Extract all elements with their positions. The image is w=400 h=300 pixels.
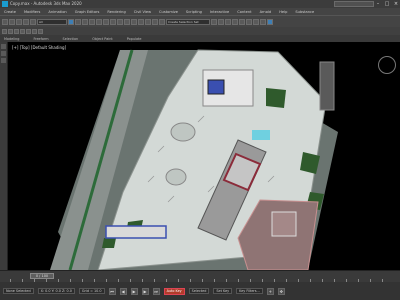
title-bar: Copy.max - Autodesk 3ds Max 2020 – □ ×	[0, 0, 400, 8]
menu-interactive[interactable]: Interactive	[206, 10, 233, 14]
lawn-1	[266, 88, 286, 108]
select-object-icon[interactable]	[68, 18, 74, 25]
east-block	[319, 61, 335, 111]
window-crossing-icon[interactable]	[89, 18, 95, 25]
menu-arnold[interactable]: Arnold	[256, 10, 276, 14]
set-key-button[interactable]: Set Key	[213, 288, 233, 294]
goto-start-icon[interactable]: ⏮	[108, 287, 116, 295]
percent-snap-icon[interactable]	[152, 18, 158, 25]
selection-filter-dropdown[interactable]: All	[37, 18, 67, 25]
menu-create[interactable]: Create	[0, 10, 20, 14]
menu-content[interactable]: Content	[233, 10, 255, 14]
play-icon[interactable]: ▶	[130, 287, 138, 295]
menu-modifiers[interactable]: Modifiers	[20, 10, 44, 14]
menu-animation[interactable]: Animation	[44, 10, 70, 14]
key-filters-button[interactable]: Key Filters...	[236, 288, 263, 294]
rendered-frame-window-icon[interactable]	[260, 18, 266, 25]
auto-key-button[interactable]: Auto Key	[163, 287, 185, 295]
close-icon[interactable]: ×	[392, 0, 400, 8]
containers-icon[interactable]	[20, 28, 25, 34]
menu-rendering[interactable]: Rendering	[103, 10, 129, 14]
grid-display: Grid = 10.0	[78, 288, 105, 294]
curve-editor-icon[interactable]	[232, 18, 238, 25]
secondary-toolbar	[0, 27, 400, 35]
projects-icon[interactable]	[38, 28, 43, 34]
isolate-icon[interactable]	[32, 28, 37, 34]
xref-icon[interactable]	[26, 28, 31, 34]
menu-bar: Create Modifiers Animation Graph Editors…	[0, 8, 400, 15]
site-plan-model	[50, 49, 338, 270]
spinner-snap-icon[interactable]	[159, 18, 165, 25]
pan-icon[interactable]: ✥	[277, 287, 285, 295]
pool	[252, 130, 270, 140]
viewcube-icon[interactable]	[378, 56, 396, 74]
left-command-strip	[0, 42, 8, 270]
maximize-icon[interactable]: □	[383, 0, 391, 8]
round-plaza-1	[170, 122, 196, 142]
menu-customize[interactable]: Customize	[155, 10, 182, 14]
tab-freeform[interactable]: Freeform	[33, 37, 48, 41]
window-title: Copy.max - Autodesk 3ds Max 2020	[10, 1, 82, 6]
minimize-icon[interactable]: –	[374, 0, 382, 8]
pivot-icon[interactable]	[131, 18, 137, 25]
prev-frame-icon[interactable]: ◀	[119, 287, 127, 295]
coordinate-display[interactable]: X: 0.0 Y: 0.0 Z: 0.0	[37, 288, 75, 294]
placement-icon[interactable]	[117, 18, 123, 25]
hierarchy-tool-icon[interactable]	[1, 58, 6, 63]
render-setup-icon[interactable]	[253, 18, 259, 25]
ribbon-tabs: Modeling Freeform Selection Object Paint…	[0, 35, 400, 42]
tab-populate[interactable]: Populate	[127, 37, 142, 41]
tab-object-paint[interactable]: Object Paint	[92, 37, 113, 41]
app-logo-icon	[2, 1, 8, 7]
next-frame-icon[interactable]: ▶	[141, 287, 149, 295]
zoom-icon[interactable]: +	[266, 287, 274, 295]
blue-feature	[207, 79, 225, 95]
link-icon[interactable]	[16, 18, 22, 25]
time-slider-bar: 0 / 100	[0, 270, 400, 282]
layer-explorer-icon[interactable]	[225, 18, 231, 25]
undo-icon[interactable]	[2, 18, 8, 25]
angle-snap-icon[interactable]	[145, 18, 151, 25]
selected-dropdown[interactable]: Selected	[188, 288, 210, 294]
scale-icon[interactable]	[110, 18, 116, 25]
select-tool-icon[interactable]	[1, 44, 6, 49]
material-editor-icon[interactable]	[246, 18, 252, 25]
named-selection-dropdown[interactable]: Create Selection Set	[166, 18, 210, 25]
rectangular-selection-icon[interactable]	[82, 18, 88, 25]
status-bar: None Selected X: 0.0 Y: 0.0 Z: 0.0 Grid …	[0, 282, 400, 300]
menu-scripting[interactable]: Scripting	[182, 10, 206, 14]
tab-selection[interactable]: Selection	[63, 37, 79, 41]
top-viewport[interactable]: [+] [Top] [Default Shading]	[8, 42, 400, 270]
redo-icon[interactable]	[9, 18, 15, 25]
right-building-roof	[271, 211, 297, 237]
search-input[interactable]	[334, 1, 374, 7]
layer-icon[interactable]	[8, 28, 13, 34]
mirror-icon[interactable]	[211, 18, 217, 25]
menu-substance[interactable]: Substance	[291, 10, 318, 14]
render-production-icon[interactable]	[267, 18, 273, 25]
unlink-icon[interactable]	[23, 18, 29, 25]
selection-status: None Selected	[3, 288, 34, 294]
lower-building	[105, 225, 167, 239]
schematic-view-icon[interactable]	[239, 18, 245, 25]
snap-toggle-icon[interactable]	[138, 18, 144, 25]
lawn-4	[102, 238, 116, 248]
round-plaza-2	[165, 168, 187, 186]
display-tool-icon[interactable]	[1, 51, 6, 56]
bind-space-warp-icon[interactable]	[30, 18, 36, 25]
scene-explorer-icon[interactable]	[14, 28, 19, 34]
goto-end-icon[interactable]: ⏭	[152, 287, 160, 295]
menu-graph-editors[interactable]: Graph Editors	[71, 10, 104, 14]
main-toolbar: All Create Selection Set	[0, 15, 400, 27]
tab-modeling[interactable]: Modeling	[4, 37, 19, 41]
move-icon[interactable]	[96, 18, 102, 25]
menu-help[interactable]: Help	[275, 10, 291, 14]
align-icon[interactable]	[218, 18, 224, 25]
menu-civil-view[interactable]: Civil View	[130, 10, 155, 14]
select-by-name-icon[interactable]	[75, 18, 81, 25]
workspace-icon[interactable]	[2, 28, 7, 34]
viewport-label[interactable]: [+] [Top] [Default Shading]	[12, 45, 66, 50]
rotate-icon[interactable]	[103, 18, 109, 25]
reference-coordinate-icon[interactable]	[124, 18, 130, 25]
